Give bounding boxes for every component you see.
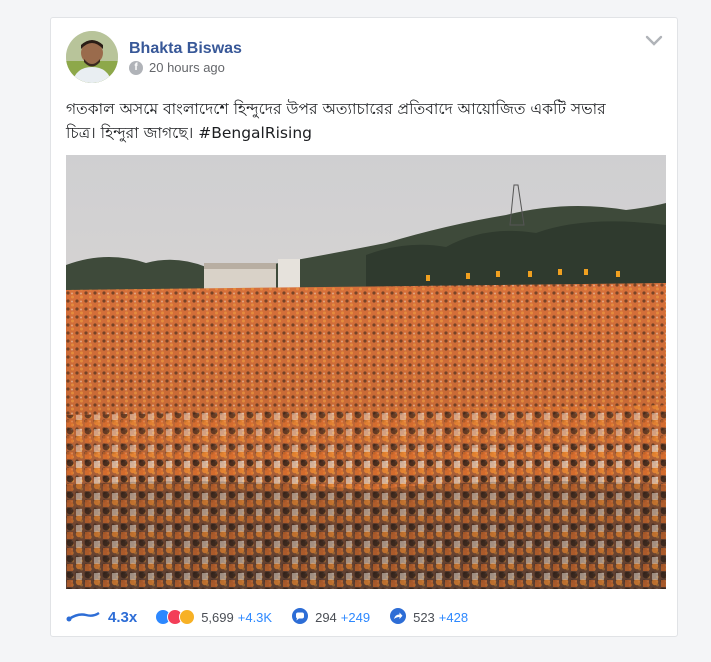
post-text-line-2: চিত্র। হিন্দুরা জাগছে। #BengalRising bbox=[66, 121, 666, 145]
post-text-line-2-body: চিত্র। হিন্দুরা জাগছে। bbox=[66, 124, 199, 142]
comments-stat[interactable]: 294 +249 bbox=[292, 607, 371, 627]
shares-growth: +428 bbox=[438, 609, 469, 625]
shares-count: 523 bbox=[413, 609, 435, 625]
post-photo[interactable] bbox=[66, 155, 666, 589]
comments-growth: +249 bbox=[340, 609, 371, 625]
trend-line-icon bbox=[66, 609, 102, 626]
reaction-icons bbox=[155, 609, 196, 625]
reactions-count: 5,699 bbox=[201, 609, 234, 625]
avatar-photo bbox=[66, 31, 118, 83]
crowd-photo bbox=[66, 155, 666, 589]
post-timestamp[interactable]: 20 hours ago bbox=[149, 60, 225, 75]
shares-stat[interactable]: 523 +428 bbox=[390, 607, 469, 627]
post-stats-bar: 4.3x 5,699 +4.3K 294 +249 523 +428 bbox=[66, 606, 662, 628]
post-card: Bhakta Biswas f 20 hours ago গতকাল অসমে … bbox=[50, 17, 678, 637]
comments-count: 294 bbox=[315, 609, 337, 625]
haha-icon bbox=[179, 609, 196, 625]
post-text-line-1: গতকাল অসমে বাংলাদেশে হিন্দুদের উপর অত্যা… bbox=[66, 100, 606, 118]
share-arrow-icon bbox=[390, 607, 407, 627]
author-avatar[interactable] bbox=[66, 31, 118, 83]
hashtag-link[interactable]: #BengalRising bbox=[198, 124, 312, 142]
overperform-multiplier: 4.3x bbox=[108, 608, 138, 626]
chevron-down-icon[interactable] bbox=[645, 34, 663, 52]
post-text: গতকাল অসমে বাংলাদেশে হিন্দুদের উপর অত্যা… bbox=[66, 97, 666, 145]
post-meta: f 20 hours ago bbox=[129, 60, 225, 75]
reactions-stat[interactable]: 5,699 +4.3K bbox=[155, 609, 272, 625]
author-name[interactable]: Bhakta Biswas bbox=[129, 40, 242, 58]
comment-bubble-icon bbox=[292, 607, 309, 627]
reactions-growth: +4.3K bbox=[237, 609, 273, 625]
facebook-icon: f bbox=[129, 60, 143, 75]
